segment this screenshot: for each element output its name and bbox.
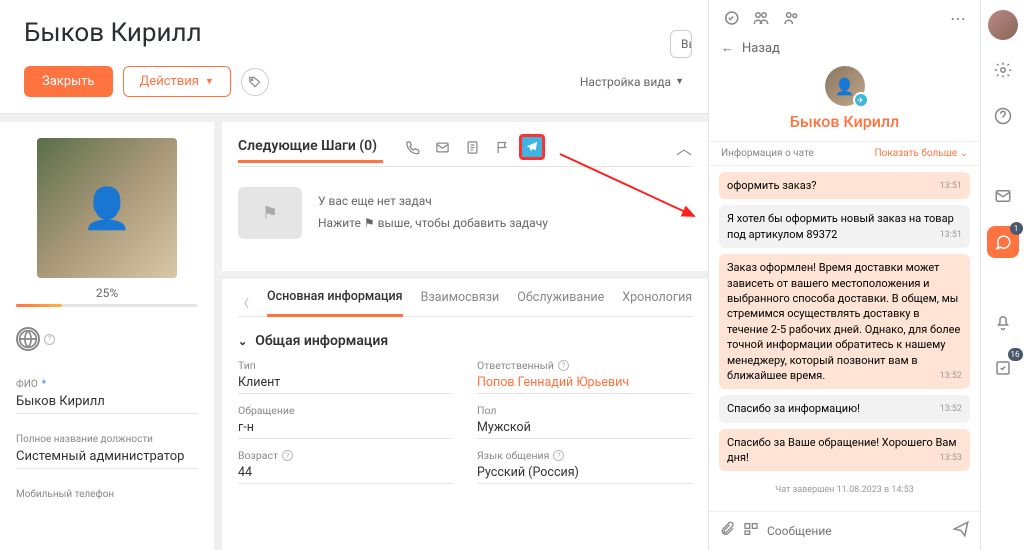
chat-new-icon[interactable]: [721, 8, 741, 28]
salutation-value[interactable]: г-н: [238, 420, 453, 439]
help-icon[interactable]: ?: [282, 450, 293, 461]
arrow-left-icon: ←: [721, 40, 734, 56]
tab-main-info[interactable]: Основная информация: [267, 289, 403, 317]
globe-icon[interactable]: [16, 327, 40, 351]
template-icon[interactable]: [743, 521, 759, 541]
chat-contact-avatar[interactable]: 👤✈: [825, 66, 865, 106]
chat-users-icon[interactable]: [781, 8, 801, 28]
show-more-link[interactable]: Показать больше ⌄: [875, 148, 968, 159]
telegram-badge-icon: ✈: [853, 92, 869, 108]
help-icon[interactable]: ?: [44, 334, 55, 345]
fio-value[interactable]: Быков Кирилл: [16, 394, 198, 414]
email-icon[interactable]: [429, 134, 455, 160]
help-icon[interactable]: ?: [553, 450, 564, 461]
mail-icon[interactable]: [987, 180, 1019, 212]
actions-label: Действия: [140, 74, 199, 89]
chat-contact-name[interactable]: Быков Кирилл: [709, 112, 980, 131]
chat-closed-notice: Чат завершен 11.08.2023 в 14:53: [719, 477, 970, 503]
flag-icon[interactable]: [489, 134, 515, 160]
help-icon[interactable]: [987, 100, 1019, 132]
caret-down-icon: ▼: [205, 76, 214, 87]
tasks-badge: 16: [1008, 348, 1023, 361]
chat-back-label: Назад: [742, 41, 780, 56]
note-icon[interactable]: [459, 134, 485, 160]
type-value[interactable]: Клиент: [238, 375, 453, 394]
attach-icon[interactable]: [719, 521, 735, 541]
age-label: Возраст?: [238, 449, 453, 462]
tab-service[interactable]: Обслуживание: [517, 290, 604, 315]
call-icon[interactable]: [399, 134, 425, 160]
messages-list[interactable]: оформить заказ?13:51 Я хотел бы оформить…: [709, 166, 980, 511]
actions-button[interactable]: Действия ▼: [123, 66, 231, 97]
chat-group-icon[interactable]: [751, 8, 771, 28]
tab-relations[interactable]: Взаимосвязи: [421, 290, 500, 315]
empty-steps-text: У вас еще нет задач Нажите ⚑ выше, чтобы…: [318, 191, 548, 234]
message-out: Спасибо за Ваше обращение! Хорошего Вам …: [719, 429, 970, 472]
lang-value[interactable]: Русский (Россия): [477, 465, 692, 484]
age-value[interactable]: 44: [238, 465, 453, 484]
gender-label: Пол: [477, 404, 692, 417]
truncated-button[interactable]: Вы: [670, 30, 692, 58]
collapse-icon[interactable]: ︿: [676, 135, 692, 159]
salutation-label: Обращение: [238, 404, 453, 417]
message-input[interactable]: [767, 524, 944, 538]
owner-label: Ответственный?: [477, 359, 692, 372]
gender-value[interactable]: Мужской: [477, 420, 692, 439]
next-steps-title: Следующие Шаги (0): [238, 138, 383, 163]
fio-label: ФИО*: [16, 379, 198, 390]
general-info-section[interactable]: ⌄ Общая информация: [238, 333, 692, 349]
tasks-icon[interactable]: 16: [987, 352, 1019, 384]
chat-info-label: Информация о чате: [721, 148, 814, 159]
job-title-value[interactable]: Системный администратор: [16, 449, 198, 469]
chat-icon[interactable]: 1: [987, 226, 1019, 258]
chat-more-icon[interactable]: ⋯: [948, 8, 968, 28]
type-label: Тип: [238, 359, 453, 372]
message-out: оформить заказ?13:51: [719, 172, 970, 199]
bell-icon[interactable]: [987, 306, 1019, 338]
help-icon[interactable]: ?: [558, 360, 569, 371]
message-in: Спасибо за информацию!13:52: [719, 395, 970, 422]
caret-down-icon: ▼: [675, 76, 684, 87]
view-settings[interactable]: Настройка вида ▼: [580, 75, 684, 89]
page-title: Быков Кирилл: [24, 18, 684, 48]
view-settings-label: Настройка вида: [580, 75, 671, 89]
settings-icon[interactable]: [987, 54, 1019, 86]
tab-history[interactable]: Хронология: [622, 290, 692, 315]
chat-panel: ⋯ ← Назад 👤✈ Быков Кирилл Информация о ч…: [708, 0, 980, 550]
owner-value[interactable]: Попов Геннадий Юрьевич: [477, 375, 692, 394]
chat-badge: 1: [1010, 222, 1023, 235]
chat-back-button[interactable]: ← Назад: [709, 36, 980, 60]
mobile-label: Мобильный телефон: [16, 489, 198, 500]
close-button[interactable]: Закрыть: [24, 66, 113, 97]
message-in: Я хотел бы оформить новый заказ на товар…: [719, 205, 970, 248]
right-rail: 1 16: [980, 0, 1024, 550]
profile-completion: 25%: [16, 286, 198, 307]
message-out: Заказ оформлен! Время доставки может зав…: [719, 254, 970, 389]
chevron-down-icon: ⌄: [238, 335, 247, 348]
tag-button[interactable]: [241, 68, 269, 96]
tabs-prev[interactable]: 〈: [238, 295, 249, 311]
contact-avatar: 👤: [37, 138, 177, 278]
user-avatar[interactable]: [988, 10, 1018, 40]
lang-label: Язык общения?: [477, 449, 692, 462]
send-icon[interactable]: [952, 520, 970, 542]
telegram-icon[interactable]: [519, 134, 545, 160]
job-title-label: Полное название должности: [16, 434, 198, 445]
empty-steps-icon: ⚑: [238, 187, 302, 239]
